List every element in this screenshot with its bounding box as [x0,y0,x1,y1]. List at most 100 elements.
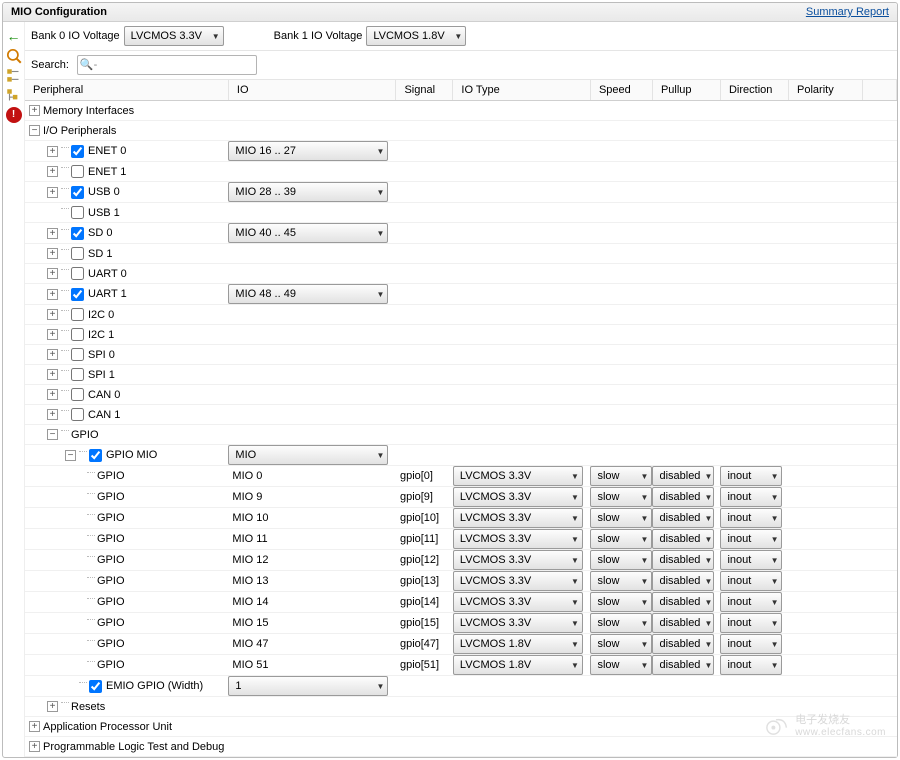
tree-collapse-icon[interactable] [5,67,23,85]
bank0-voltage-dropdown[interactable]: LVCMOS 3.3V▼ [124,26,224,46]
tree-toggle-icon[interactable]: + [47,268,58,279]
enable-checkbox[interactable] [71,288,84,301]
tree-toggle-icon[interactable]: + [29,721,40,732]
io-dropdown[interactable]: MIO 28 .. 39▼ [228,182,388,202]
tree-toggle-icon[interactable]: + [47,349,58,360]
node-memory-interfaces[interactable]: Memory Interfaces [43,105,134,117]
tree-toggle-icon[interactable]: + [47,146,58,157]
periph-i2c1[interactable]: I2C 1 [88,329,114,341]
direction-dropdown[interactable]: inout▼ [720,571,782,591]
tree-toggle-icon[interactable]: + [47,289,58,300]
gpio-leaf[interactable]: GPIO [97,533,125,545]
col-io[interactable]: IO [228,80,396,101]
periph-can1[interactable]: CAN 1 [88,409,120,421]
node-io-peripherals[interactable]: I/O Peripherals [43,125,116,137]
speed-dropdown[interactable]: slow▼ [590,487,652,507]
speed-dropdown[interactable]: slow▼ [590,550,652,570]
direction-dropdown[interactable]: inout▼ [720,613,782,633]
enable-checkbox[interactable] [89,680,102,693]
speed-dropdown[interactable]: slow▼ [590,634,652,654]
speed-dropdown[interactable]: slow▼ [590,571,652,591]
io-dropdown[interactable]: MIO 16 .. 27▼ [228,141,388,161]
tree-toggle-icon[interactable]: + [29,741,40,752]
direction-dropdown[interactable]: inout▼ [720,487,782,507]
pullup-dropdown[interactable]: disabled▼ [652,571,714,591]
col-signal[interactable]: Signal [396,80,453,101]
gpio-leaf[interactable]: GPIO [97,470,125,482]
pullup-dropdown[interactable]: disabled▼ [652,655,714,675]
tree-toggle-icon[interactable]: + [47,248,58,259]
periph-spi1[interactable]: SPI 1 [88,369,115,381]
iotype-dropdown[interactable]: LVCMOS 3.3V▼ [453,550,583,570]
direction-dropdown[interactable]: inout▼ [720,466,782,486]
tree-toggle-icon[interactable]: + [47,329,58,340]
tree-toggle-icon[interactable]: + [47,187,58,198]
tree-toggle-icon[interactable]: + [29,105,40,116]
gpio-leaf[interactable]: GPIO [97,554,125,566]
col-direction[interactable]: Direction [720,80,788,101]
tree-expand-icon[interactable] [5,87,23,105]
bank1-voltage-dropdown[interactable]: LVCMOS 1.8V▼ [366,26,466,46]
io-dropdown[interactable]: MIO 48 .. 49▼ [228,284,388,304]
back-arrow-icon[interactable]: ← [5,27,23,45]
direction-dropdown[interactable]: inout▼ [720,508,782,528]
periph-enet1[interactable]: ENET 1 [88,166,126,178]
gpio-leaf[interactable]: GPIO [97,659,125,671]
enable-checkbox[interactable] [71,206,84,219]
periph-uart0[interactable]: UART 0 [88,268,127,280]
tree-toggle-icon[interactable]: + [47,228,58,239]
gpio-leaf[interactable]: GPIO [97,638,125,650]
tree-toggle-icon[interactable]: + [47,389,58,400]
tree-toggle-icon[interactable]: − [47,429,58,440]
pullup-dropdown[interactable]: disabled▼ [652,487,714,507]
node-plt[interactable]: Programmable Logic Test and Debug [43,741,224,753]
gpio-leaf[interactable]: GPIO [97,512,125,524]
periph-i2c0[interactable]: I2C 0 [88,309,114,321]
direction-dropdown[interactable]: inout▼ [720,592,782,612]
enable-checkbox[interactable] [71,308,84,321]
speed-dropdown[interactable]: slow▼ [590,508,652,528]
iotype-dropdown[interactable]: LVCMOS 3.3V▼ [453,529,583,549]
node-resets[interactable]: Resets [71,701,105,713]
summary-report-link[interactable]: Summary Report [806,6,889,18]
speed-dropdown[interactable]: slow▼ [590,529,652,549]
enable-checkbox[interactable] [71,247,84,260]
pullup-dropdown[interactable]: disabled▼ [652,634,714,654]
enable-checkbox[interactable] [71,408,84,421]
enable-checkbox[interactable] [71,165,84,178]
enable-checkbox[interactable] [71,267,84,280]
direction-dropdown[interactable]: inout▼ [720,634,782,654]
tree-toggle-icon[interactable]: + [47,166,58,177]
col-pullup[interactable]: Pullup [652,80,720,101]
periph-sd0[interactable]: SD 0 [88,227,112,239]
periph-gpio[interactable]: GPIO [71,429,99,441]
enable-checkbox[interactable] [89,449,102,462]
speed-dropdown[interactable]: slow▼ [590,613,652,633]
periph-enet0[interactable]: ENET 0 [88,145,126,157]
io-dropdown[interactable]: MIO 40 .. 45▼ [228,223,388,243]
enable-checkbox[interactable] [71,145,84,158]
enable-checkbox[interactable] [71,348,84,361]
direction-dropdown[interactable]: inout▼ [720,550,782,570]
periph-uart1[interactable]: UART 1 [88,288,127,300]
pullup-dropdown[interactable]: disabled▼ [652,466,714,486]
io-dropdown[interactable]: MIO▼ [228,445,388,465]
iotype-dropdown[interactable]: LVCMOS 3.3V▼ [453,487,583,507]
gpio-leaf[interactable]: GPIO [97,491,125,503]
periph-sd1[interactable]: SD 1 [88,248,112,260]
col-polarity[interactable]: Polarity [789,80,863,101]
tree-toggle-icon[interactable]: + [47,309,58,320]
emio-width-dropdown[interactable]: 1▼ [228,676,388,696]
iotype-dropdown[interactable]: LVCMOS 3.3V▼ [453,592,583,612]
gpio-leaf[interactable]: GPIO [97,596,125,608]
enable-checkbox[interactable] [71,227,84,240]
pullup-dropdown[interactable]: disabled▼ [652,613,714,633]
iotype-dropdown[interactable]: LVCMOS 3.3V▼ [453,466,583,486]
enable-checkbox[interactable] [71,388,84,401]
iotype-dropdown[interactable]: LVCMOS 3.3V▼ [453,571,583,591]
pullup-dropdown[interactable]: disabled▼ [652,508,714,528]
iotype-dropdown[interactable]: LVCMOS 3.3V▼ [453,613,583,633]
iotype-dropdown[interactable]: LVCMOS 3.3V▼ [453,508,583,528]
gpio-leaf[interactable]: GPIO [97,575,125,587]
error-icon[interactable]: ! [6,107,22,123]
